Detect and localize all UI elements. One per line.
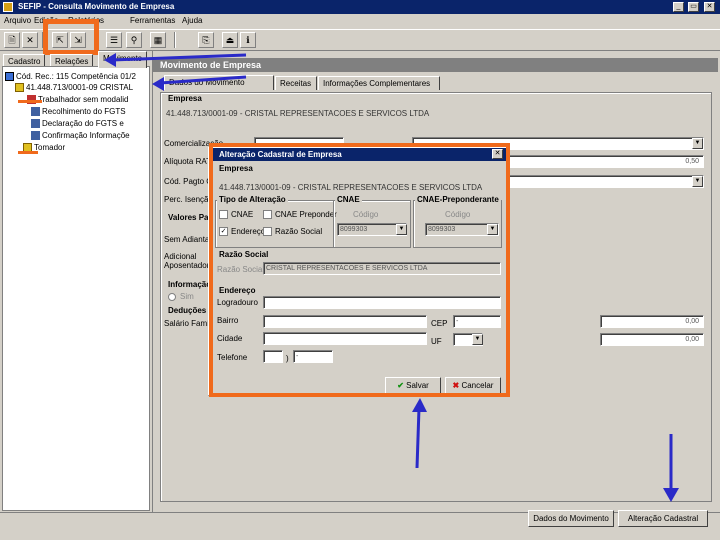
- chevron-down-icon[interactable]: ▼: [692, 138, 703, 149]
- tab-informacoes[interactable]: Informações Complementares: [318, 76, 440, 90]
- informacao-group-label: Informação: [166, 280, 214, 289]
- binoculars-icon[interactable]: ⚲: [126, 32, 142, 48]
- app-icon: [3, 2, 13, 12]
- section-title: Movimento de Empresa: [152, 58, 718, 72]
- computer-icon: [5, 72, 14, 82]
- deducoes-group-label: Deduções: [166, 306, 209, 315]
- window-titlebar: SEFIP - Consulta Movimento de Empresa: [0, 0, 720, 14]
- toolbar-separator: [174, 32, 176, 48]
- list-icon[interactable]: ☰: [106, 32, 122, 48]
- info-icon[interactable]: ℹ: [240, 32, 256, 48]
- empresa-value: 41.448.713/0001-09 - CRISTAL REPRESENTAC…: [166, 109, 430, 118]
- tree-company-label: 41.448.713/0001-09 CRISTAL: [26, 83, 134, 92]
- menu-arquivo[interactable]: Arquivo: [4, 15, 31, 27]
- deducao-field[interactable]: 0,00: [600, 333, 704, 346]
- sim-radio[interactable]: [168, 293, 176, 301]
- close-button[interactable]: ✕: [704, 2, 715, 12]
- tab-movimento[interactable]: Movimento: [98, 51, 148, 68]
- company-icon: [15, 83, 24, 93]
- document-icon: [31, 107, 40, 117]
- document-icon: [31, 119, 40, 129]
- tree-item[interactable]: Declaração do FGTS e: [31, 118, 124, 129]
- adicional-label: Adicional Aposentadoria: [164, 252, 216, 270]
- calculator-icon[interactable]: ▦: [150, 32, 166, 48]
- tree-item-label: Confirmação Informaçõe: [42, 131, 130, 140]
- chevron-down-icon[interactable]: ▼: [692, 176, 703, 187]
- empresa-group-label: Empresa: [166, 94, 204, 103]
- tree-tomador-label: Tomador: [34, 143, 66, 152]
- restore-button[interactable]: ▭: [688, 2, 699, 12]
- toolbar-highlight: [43, 19, 99, 55]
- tree-item[interactable]: Trabalhador sem modalid: [27, 94, 128, 105]
- tree-item[interactable]: Recolhimento do FGTS: [31, 106, 126, 117]
- tree-panel: Cód. Rec.: 115 Competência 01/2 41.448.7…: [2, 66, 150, 511]
- sim-label: Sim: [180, 292, 194, 301]
- tree-company[interactable]: 41.448.713/0001-09 CRISTAL: [15, 82, 133, 93]
- company-underline: [18, 100, 42, 103]
- tree-item-label: Trabalhador sem modalid: [38, 95, 129, 104]
- copy-icon[interactable]: ⎘: [198, 32, 214, 48]
- tree-item-label: Recolhimento do FGTS: [42, 107, 126, 116]
- aliquota-label: Alíquota RAT: [164, 157, 211, 166]
- window-title: SEFIP - Consulta Movimento de Empresa: [18, 2, 175, 11]
- tree-root-label: Cód. Rec.: 115 Competência 01/2: [16, 72, 136, 81]
- tree-root[interactable]: Cód. Rec.: 115 Competência 01/2: [5, 71, 136, 82]
- tab-dados-movimento[interactable]: Dados do Movimento: [164, 75, 274, 90]
- dialog-highlight: [209, 143, 510, 397]
- alteracao-cadastral-button[interactable]: Alteração Cadastral: [618, 510, 708, 527]
- menu-ferramentas[interactable]: Ferramentas: [130, 15, 175, 27]
- new-icon[interactable]: 🗎: [4, 32, 20, 48]
- tab-receitas[interactable]: Receitas: [275, 76, 317, 90]
- dados-movimento-button[interactable]: Dados do Movimento: [528, 510, 614, 527]
- menu-bar: Arquivo Edição Relatórios Ferramentas Aj…: [0, 14, 720, 28]
- minimize-button[interactable]: _: [673, 2, 684, 12]
- menu-ajuda[interactable]: Ajuda: [182, 15, 202, 27]
- document-icon: [31, 131, 40, 141]
- salario-familia-field[interactable]: 0,00: [600, 315, 704, 328]
- tomador-underline: [18, 151, 38, 154]
- exit-icon[interactable]: ⏏: [222, 32, 238, 48]
- tree-item[interactable]: Confirmação Informaçõe: [31, 130, 130, 141]
- delete-icon[interactable]: ✕: [22, 32, 38, 48]
- tree-item-label: Declaração do FGTS e: [42, 119, 124, 128]
